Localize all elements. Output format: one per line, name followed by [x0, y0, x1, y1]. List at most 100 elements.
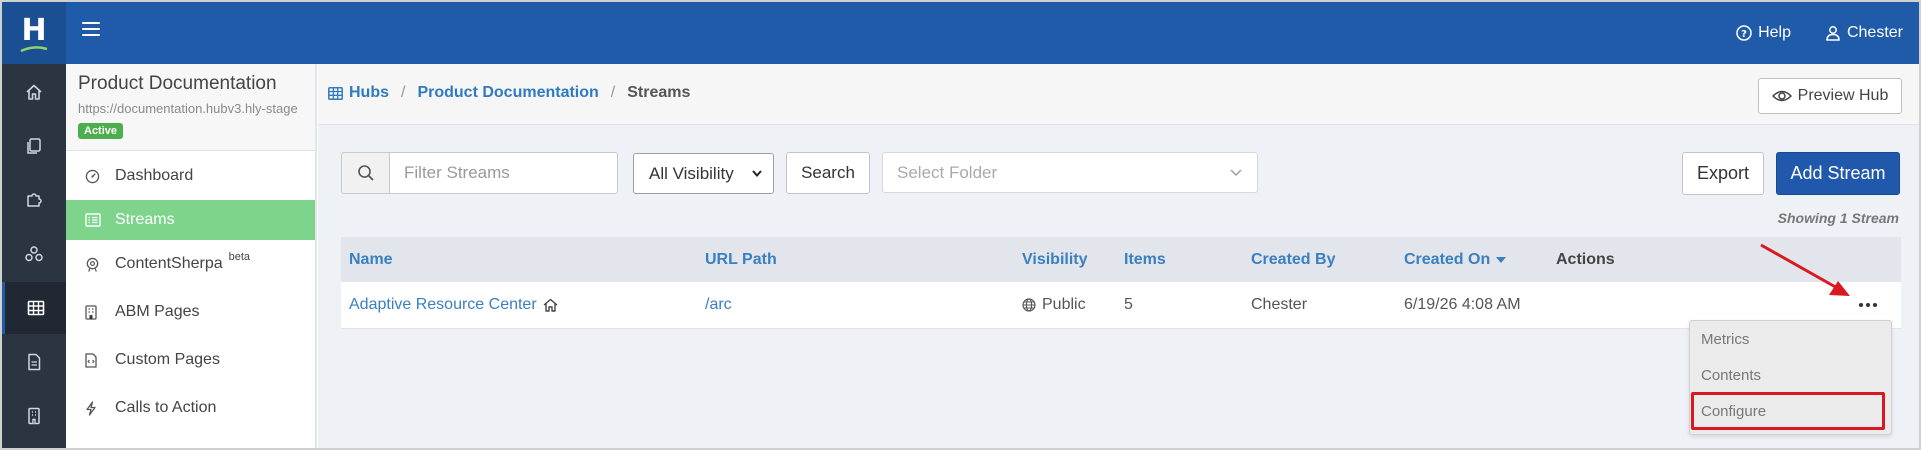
- user-icon: [1826, 26, 1840, 41]
- table-row: Adaptive Resource Center /arc Public 5 C…: [341, 282, 1901, 329]
- top-navbar: H ? Help Chester: [2, 2, 1919, 64]
- list-icon: [85, 213, 105, 227]
- rail-documents[interactable]: [2, 336, 66, 388]
- chevron-down-icon: [1230, 169, 1242, 176]
- stream-created-on: 6/19/26 4:08 AM: [1404, 296, 1521, 313]
- row-actions-menu: Metrics Contents Configure: [1689, 320, 1892, 435]
- hub-title: Product Documentation: [78, 73, 277, 94]
- sidebar-item-label: Streams: [115, 211, 175, 228]
- menu-item-contents[interactable]: Contents: [1690, 361, 1891, 389]
- beta-tag: beta: [228, 251, 251, 263]
- sidebar-item-label: ABM Pages: [115, 303, 200, 320]
- column-url-path[interactable]: URL Path: [705, 251, 777, 269]
- chevron-down-icon: [752, 170, 762, 178]
- stream-filter-group: [341, 152, 618, 194]
- dashboard-gauge-icon: [85, 169, 105, 184]
- copy-icon: [27, 138, 41, 154]
- column-created-on[interactable]: Created On: [1404, 251, 1507, 269]
- building-icon: [85, 304, 105, 320]
- sidebar-item-calls-to-action[interactable]: Calls to Action: [66, 384, 315, 432]
- logo-swoosh-icon: [20, 46, 48, 53]
- top-right-links: ? Help Chester: [1736, 2, 1903, 64]
- rail-abm[interactable]: [2, 390, 66, 442]
- column-visibility[interactable]: Visibility: [1022, 251, 1088, 269]
- bolt-icon: [85, 400, 105, 416]
- search-icon-addon: [341, 152, 389, 194]
- app-logo[interactable]: H: [2, 2, 66, 64]
- row-actions-button[interactable]: [1857, 294, 1879, 316]
- preview-hub-button[interactable]: Preview Hub: [1758, 78, 1902, 114]
- visibility-value: All Visibility: [649, 163, 734, 183]
- hub-sidebar: Product Documentation https://documentat…: [66, 64, 317, 448]
- breadcrumb-bar: Hubs / Product Documentation / Streams P…: [318, 64, 1919, 125]
- user-name: Chester: [1846, 24, 1903, 41]
- stream-visibility: Public: [1022, 296, 1086, 314]
- sherpa-icon: [85, 257, 105, 272]
- code-file-icon: [85, 352, 105, 368]
- sidebar-item-streams[interactable]: Streams: [66, 200, 315, 240]
- breadcrumb-separator: /: [610, 84, 616, 101]
- preview-hub-label: Preview Hub: [1797, 87, 1889, 104]
- rail-network[interactable]: [2, 228, 66, 280]
- column-actions: Actions: [1556, 251, 1615, 268]
- folder-placeholder: Select Folder: [897, 162, 998, 182]
- menu-item-configure[interactable]: Configure: [1690, 397, 1891, 425]
- sidebar-item-contentsherpa[interactable]: ContentSherpa beta: [66, 240, 315, 288]
- stream-created-by: Chester: [1251, 296, 1308, 313]
- stream-name: Adaptive Resource Center: [349, 296, 537, 313]
- streams-table: Name URL Path Visibility Items Created B…: [341, 237, 1901, 329]
- rail-integrations[interactable]: [2, 174, 66, 226]
- search-icon: [357, 165, 374, 181]
- breadcrumb-product-documentation[interactable]: Product Documentation: [417, 84, 598, 102]
- sidebar-item-dashboard[interactable]: Dashboard: [66, 152, 315, 200]
- hub-url[interactable]: https://documentation.hubv3.hly-stage: [78, 101, 298, 116]
- stream-visibility-label: Public: [1042, 296, 1086, 313]
- help-label: Help: [1758, 24, 1791, 41]
- main-content: Hubs / Product Documentation / Streams P…: [318, 64, 1919, 448]
- add-stream-button[interactable]: Add Stream: [1776, 152, 1900, 195]
- breadcrumb: Hubs / Product Documentation / Streams: [328, 84, 690, 102]
- sort-desc-icon: [1496, 257, 1507, 263]
- breadcrumb-hubs[interactable]: Hubs: [328, 84, 389, 102]
- search-button[interactable]: Search: [786, 152, 870, 194]
- help-link[interactable]: ? Help: [1736, 24, 1791, 42]
- logo-letter: H: [21, 12, 47, 48]
- stream-name-link[interactable]: Adaptive Resource Center: [349, 296, 558, 314]
- status-badge: Active: [78, 123, 124, 139]
- building-icon: [28, 407, 40, 425]
- svg-text:?: ?: [1741, 29, 1747, 40]
- rail-content[interactable]: [2, 120, 66, 172]
- column-items[interactable]: Items: [1124, 251, 1166, 269]
- visibility-select[interactable]: All Visibility: [633, 153, 774, 194]
- stream-url-path[interactable]: /arc: [705, 296, 732, 314]
- breadcrumb-current: Streams: [627, 84, 691, 101]
- column-created-by[interactable]: Created By: [1251, 251, 1335, 269]
- puzzle-icon: [27, 193, 42, 207]
- folder-select[interactable]: Select Folder: [882, 152, 1258, 193]
- column-name[interactable]: Name: [349, 251, 393, 269]
- question-circle-icon: ?: [1736, 25, 1752, 41]
- menu-item-metrics[interactable]: Metrics: [1690, 325, 1891, 353]
- sidebar-item-label: Calls to Action: [115, 399, 217, 416]
- sidebar-item-label: ContentSherpa: [115, 255, 223, 272]
- globe-icon: [1022, 298, 1036, 312]
- breadcrumb-separator: /: [401, 84, 406, 101]
- filter-streams-input[interactable]: [389, 152, 618, 194]
- hub-info: Product Documentation https://documentat…: [66, 64, 315, 151]
- user-menu[interactable]: Chester: [1825, 24, 1903, 42]
- sidebar-item-abm-pages[interactable]: ABM Pages: [66, 288, 315, 336]
- sidebar-item-label: Dashboard: [115, 167, 194, 184]
- result-count: Showing 1 Stream: [1777, 210, 1899, 226]
- network-icon: [25, 246, 43, 262]
- table-icon: [27, 300, 44, 316]
- more-horizontal-icon: [1859, 303, 1877, 307]
- home-icon: [543, 298, 558, 312]
- export-button[interactable]: Export: [1682, 152, 1764, 195]
- rail-home[interactable]: [2, 66, 66, 118]
- document-icon: [28, 353, 41, 371]
- sidebar-item-custom-pages[interactable]: Custom Pages: [66, 336, 315, 384]
- sidebar-item-label: Custom Pages: [115, 351, 220, 368]
- menu-toggle-icon[interactable]: [82, 22, 100, 38]
- breadcrumb-hubs-label: Hubs: [349, 84, 389, 101]
- rail-hubs[interactable]: [2, 282, 66, 334]
